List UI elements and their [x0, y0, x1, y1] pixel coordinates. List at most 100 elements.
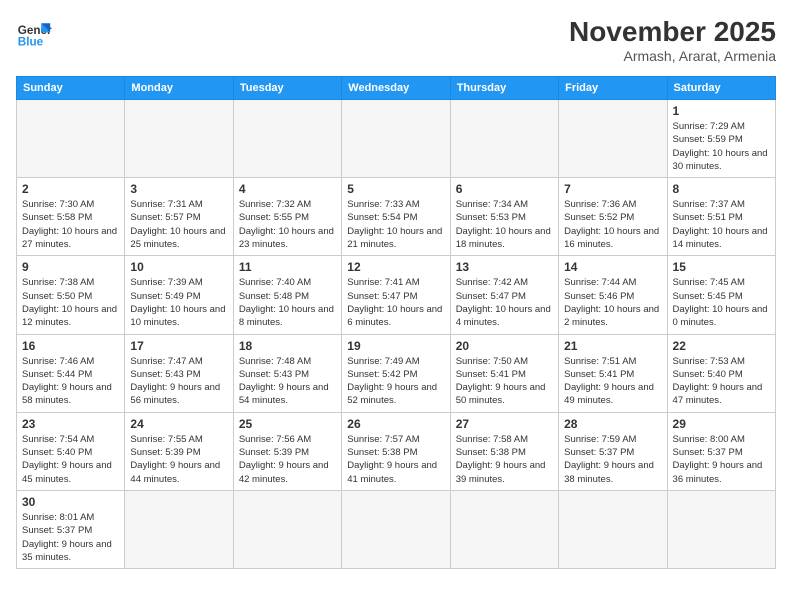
calendar-week-row: 23Sunrise: 7:54 AM Sunset: 5:40 PM Dayli… [17, 412, 776, 490]
day-number: 25 [239, 417, 336, 431]
calendar-day-cell: 15 Sunrise: 7:45 AM Sunset: 5:45 PM Dayli… [667, 256, 775, 334]
day-info: Sunrise: 7:58 AM Sunset: 5:38 PM Dayligh… [456, 433, 553, 486]
calendar-day-cell: 17 Sunrise: 7:47 AM Sunset: 5:43 PM Dayli… [125, 334, 233, 412]
calendar-day-cell [667, 490, 775, 568]
calendar-day-cell: 1 Sunrise: 7:29 AM Sunset: 5:59 PM Daylig… [667, 100, 775, 178]
day-number: 28 [564, 417, 661, 431]
day-info: Sunrise: 7:44 AM Sunset: 5:46 PM Dayligh… [564, 276, 661, 329]
day-info: Sunrise: 7:42 AM Sunset: 5:47 PM Dayligh… [456, 276, 553, 329]
day-info: Sunrise: 7:54 AM Sunset: 5:40 PM Dayligh… [22, 433, 119, 486]
logo-icon: General Blue [16, 16, 52, 52]
day-number: 21 [564, 339, 661, 353]
day-info: Sunrise: 7:29 AM Sunset: 5:59 PM Dayligh… [673, 120, 770, 173]
day-info: Sunrise: 7:46 AM Sunset: 5:44 PM Dayligh… [22, 355, 119, 408]
title-block: November 2025 Armash, Ararat, Armenia [569, 16, 776, 64]
calendar-day-cell: 18 Sunrise: 7:48 AM Sunset: 5:43 PM Dayli… [233, 334, 341, 412]
calendar-day-cell: 5 Sunrise: 7:33 AM Sunset: 5:54 PM Daylig… [342, 178, 450, 256]
day-number: 26 [347, 417, 444, 431]
day-number: 19 [347, 339, 444, 353]
day-number: 10 [130, 260, 227, 274]
calendar-day-cell: 13 Sunrise: 7:42 AM Sunset: 5:47 PM Dayli… [450, 256, 558, 334]
day-number: 12 [347, 260, 444, 274]
day-info: Sunrise: 7:39 AM Sunset: 5:49 PM Dayligh… [130, 276, 227, 329]
day-number: 15 [673, 260, 770, 274]
day-info: Sunrise: 7:56 AM Sunset: 5:39 PM Dayligh… [239, 433, 336, 486]
calendar-day-cell: 14 Sunrise: 7:44 AM Sunset: 5:46 PM Dayli… [559, 256, 667, 334]
day-number: 1 [673, 104, 770, 118]
day-number: 14 [564, 260, 661, 274]
day-info: Sunrise: 7:48 AM Sunset: 5:43 PM Dayligh… [239, 355, 336, 408]
calendar-day-cell: 10 Sunrise: 7:39 AM Sunset: 5:49 PM Dayli… [125, 256, 233, 334]
calendar-day-cell: 20 Sunrise: 7:50 AM Sunset: 5:41 PM Dayli… [450, 334, 558, 412]
day-info: Sunrise: 7:30 AM Sunset: 5:58 PM Dayligh… [22, 198, 119, 251]
calendar-day-cell: 3 Sunrise: 7:31 AM Sunset: 5:57 PM Daylig… [125, 178, 233, 256]
day-number: 29 [673, 417, 770, 431]
calendar-day-cell: 12 Sunrise: 7:41 AM Sunset: 5:47 PM Dayli… [342, 256, 450, 334]
page-header: General Blue November 2025 Armash, Arara… [16, 16, 776, 64]
day-info: Sunrise: 7:51 AM Sunset: 5:41 PM Dayligh… [564, 355, 661, 408]
day-info: Sunrise: 7:34 AM Sunset: 5:53 PM Dayligh… [456, 198, 553, 251]
day-info: Sunrise: 7:50 AM Sunset: 5:41 PM Dayligh… [456, 355, 553, 408]
calendar-day-cell: 6Sunrise: 7:34 AM Sunset: 5:53 PM Daylig… [450, 178, 558, 256]
calendar-week-row: 30 Sunrise: 8:01 AM Sunset: 5:37 PM Dayli… [17, 490, 776, 568]
location-subtitle: Armash, Ararat, Armenia [569, 48, 776, 64]
calendar-day-cell [125, 100, 233, 178]
weekday-header-row: SundayMondayTuesdayWednesdayThursdayFrid… [17, 77, 776, 100]
day-info: Sunrise: 7:41 AM Sunset: 5:47 PM Dayligh… [347, 276, 444, 329]
weekday-header-saturday: Saturday [667, 77, 775, 100]
day-info: Sunrise: 8:01 AM Sunset: 5:37 PM Dayligh… [22, 511, 119, 564]
calendar-day-cell: 7Sunrise: 7:36 AM Sunset: 5:52 PM Daylig… [559, 178, 667, 256]
day-info: Sunrise: 7:53 AM Sunset: 5:40 PM Dayligh… [673, 355, 770, 408]
day-number: 11 [239, 260, 336, 274]
day-number: 17 [130, 339, 227, 353]
day-number: 2 [22, 182, 119, 196]
weekday-header-thursday: Thursday [450, 77, 558, 100]
calendar-day-cell [17, 100, 125, 178]
day-number: 30 [22, 495, 119, 509]
weekday-header-sunday: Sunday [17, 77, 125, 100]
weekday-header-wednesday: Wednesday [342, 77, 450, 100]
calendar-day-cell: 28 Sunrise: 7:59 AM Sunset: 5:37 PM Dayli… [559, 412, 667, 490]
calendar-table: SundayMondayTuesdayWednesdayThursdayFrid… [16, 76, 776, 569]
day-number: 16 [22, 339, 119, 353]
day-info: Sunrise: 7:31 AM Sunset: 5:57 PM Dayligh… [130, 198, 227, 251]
logo: General Blue [16, 16, 52, 52]
day-number: 3 [130, 182, 227, 196]
day-number: 5 [347, 182, 444, 196]
calendar-day-cell: 4Sunrise: 7:32 AM Sunset: 5:55 PM Daylig… [233, 178, 341, 256]
weekday-header-tuesday: Tuesday [233, 77, 341, 100]
day-number: 7 [564, 182, 661, 196]
calendar-day-cell [342, 100, 450, 178]
calendar-day-cell [450, 490, 558, 568]
day-info: Sunrise: 7:49 AM Sunset: 5:42 PM Dayligh… [347, 355, 444, 408]
calendar-day-cell: 9Sunrise: 7:38 AM Sunset: 5:50 PM Daylig… [17, 256, 125, 334]
day-info: Sunrise: 7:33 AM Sunset: 5:54 PM Dayligh… [347, 198, 444, 251]
calendar-day-cell: 2 Sunrise: 7:30 AM Sunset: 5:58 PM Daylig… [17, 178, 125, 256]
day-number: 27 [456, 417, 553, 431]
day-info: Sunrise: 7:47 AM Sunset: 5:43 PM Dayligh… [130, 355, 227, 408]
day-info: Sunrise: 7:32 AM Sunset: 5:55 PM Dayligh… [239, 198, 336, 251]
calendar-day-cell [342, 490, 450, 568]
day-number: 13 [456, 260, 553, 274]
calendar-day-cell: 21 Sunrise: 7:51 AM Sunset: 5:41 PM Dayli… [559, 334, 667, 412]
day-number: 22 [673, 339, 770, 353]
day-number: 20 [456, 339, 553, 353]
calendar-day-cell: 23Sunrise: 7:54 AM Sunset: 5:40 PM Dayli… [17, 412, 125, 490]
day-info: Sunrise: 7:37 AM Sunset: 5:51 PM Dayligh… [673, 198, 770, 251]
calendar-week-row: 16 Sunrise: 7:46 AM Sunset: 5:44 PM Dayli… [17, 334, 776, 412]
day-info: Sunrise: 7:59 AM Sunset: 5:37 PM Dayligh… [564, 433, 661, 486]
day-number: 24 [130, 417, 227, 431]
calendar-day-cell: 19 Sunrise: 7:49 AM Sunset: 5:42 PM Dayli… [342, 334, 450, 412]
calendar-day-cell: 8Sunrise: 7:37 AM Sunset: 5:51 PM Daylig… [667, 178, 775, 256]
day-info: Sunrise: 7:57 AM Sunset: 5:38 PM Dayligh… [347, 433, 444, 486]
calendar-day-cell: 24Sunrise: 7:55 AM Sunset: 5:39 PM Dayli… [125, 412, 233, 490]
day-info: Sunrise: 7:45 AM Sunset: 5:45 PM Dayligh… [673, 276, 770, 329]
day-info: Sunrise: 8:00 AM Sunset: 5:37 PM Dayligh… [673, 433, 770, 486]
weekday-header-monday: Monday [125, 77, 233, 100]
day-number: 18 [239, 339, 336, 353]
calendar-day-cell: 26 Sunrise: 7:57 AM Sunset: 5:38 PM Dayli… [342, 412, 450, 490]
svg-text:Blue: Blue [18, 36, 44, 49]
calendar-day-cell [125, 490, 233, 568]
calendar-day-cell [559, 100, 667, 178]
calendar-day-cell: 29 Sunrise: 8:00 AM Sunset: 5:37 PM Dayli… [667, 412, 775, 490]
